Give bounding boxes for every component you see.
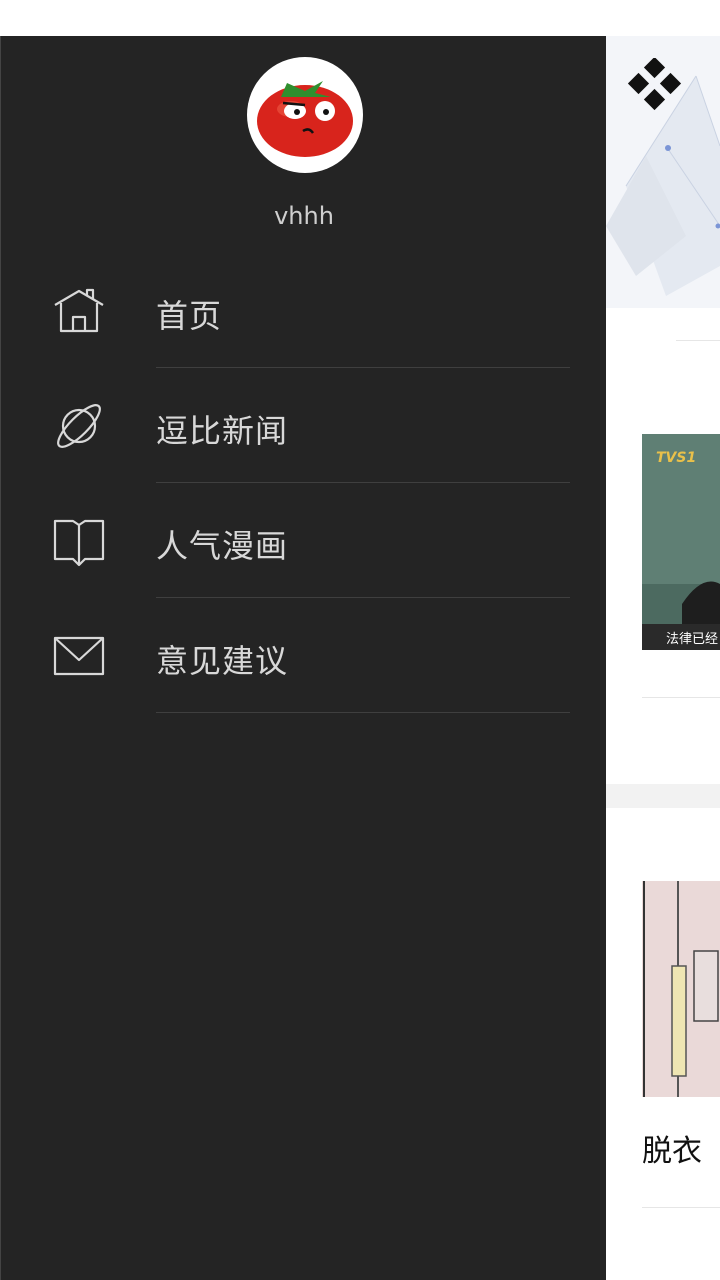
thumbnail-caption: 法律已经 <box>666 632 719 647</box>
nav-item-comics[interactable]: 人气漫画 <box>1 483 607 598</box>
username: vhhh <box>274 202 334 230</box>
divider <box>642 1207 720 1208</box>
avatar[interactable] <box>247 57 363 173</box>
nav-item-label: 逗比新闻 <box>156 412 289 450</box>
nav-item-home[interactable]: 首页 <box>1 253 607 368</box>
home-icon <box>51 283 107 339</box>
comic-thumbnail[interactable] <box>642 881 720 1097</box>
news-thumbnail[interactable]: TVS1 法律已经 <box>642 434 720 650</box>
status-bar <box>0 0 720 36</box>
card-title[interactable]: 脱衣 <box>642 1126 702 1170</box>
book-icon <box>51 513 107 569</box>
divider <box>156 712 570 713</box>
divider <box>676 340 720 341</box>
channel-logo: TVS1 <box>656 450 697 466</box>
nav-item-feedback[interactable]: 意见建议 <box>1 598 607 713</box>
nav-item-label: 意见建议 <box>156 642 289 680</box>
main-page: TVS1 法律已经 脱衣 <box>606 36 720 1280</box>
menu-icon[interactable] <box>626 56 684 116</box>
nav-item-news[interactable]: 逗比新闻 <box>1 368 607 483</box>
divider <box>642 697 720 698</box>
header-banner <box>606 36 720 308</box>
tomato-avatar-icon <box>257 81 353 157</box>
nav-item-label: 首页 <box>156 297 223 335</box>
nav-item-label: 人气漫画 <box>156 527 289 565</box>
planet-icon <box>51 398 107 454</box>
navigation-drawer: vhhh 首页 逗比新闻 人气漫画 意见建议 <box>0 36 606 1280</box>
mail-icon <box>51 628 107 684</box>
section-gap <box>606 784 720 808</box>
